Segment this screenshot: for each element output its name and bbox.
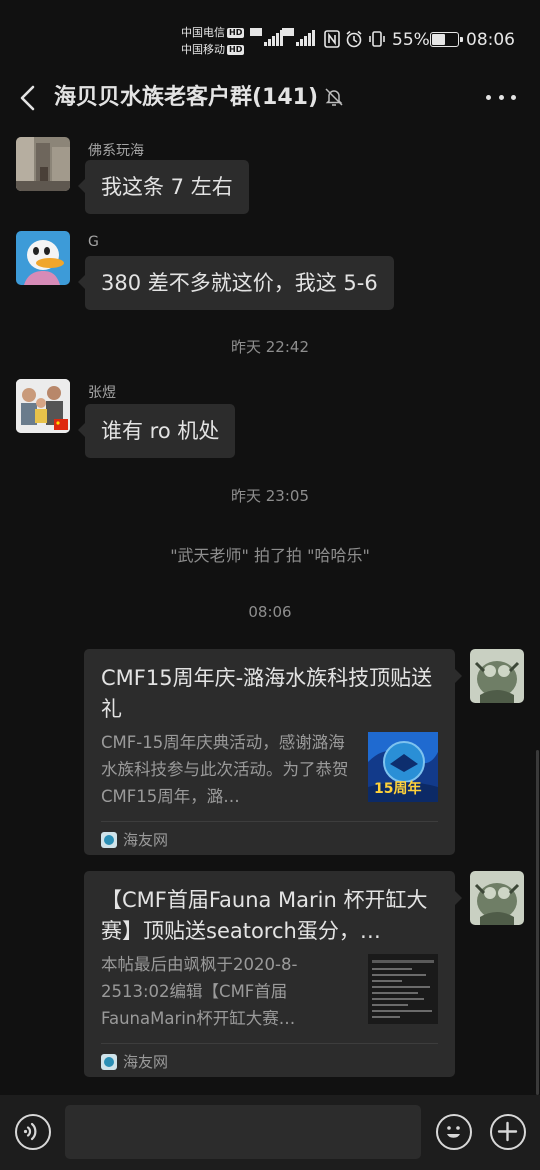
avatar[interactable] xyxy=(16,379,70,433)
mute-bell-icon xyxy=(325,88,343,106)
avatar[interactable] xyxy=(16,231,70,285)
more-icon xyxy=(511,94,516,100)
group-title: 海贝贝水族老客户群(141) xyxy=(54,85,319,110)
back-button[interactable] xyxy=(16,82,42,114)
emoji-icon xyxy=(447,1126,460,1138)
thumbnail-caption: 15周年 xyxy=(374,781,422,797)
more-button[interactable] xyxy=(484,86,518,108)
chat-header: 海贝贝水族老客户群(141) xyxy=(0,78,540,118)
link-card[interactable]: CMF15周年庆-潞海水族科技顶贴送礼 CMF-15周年庆典活动，感谢潞海水族科… xyxy=(84,649,462,855)
my-avatar[interactable] xyxy=(470,871,524,925)
status-bar: 中国电信 HD 中国移动 HD 4G 5G 55% 08:06 xyxy=(0,0,540,78)
carrier-2: 中国移动 xyxy=(181,43,225,56)
message-input[interactable] xyxy=(65,1105,421,1159)
card-title: CMF15周年庆-潞海水族科技顶贴送礼 xyxy=(101,666,433,721)
source-name: 海友网 xyxy=(123,1053,169,1071)
scrollbar[interactable] xyxy=(536,750,539,1095)
alarm-icon xyxy=(346,30,362,48)
card-thumbnail: 15周年 xyxy=(368,732,438,802)
sender-name: 佛系玩海 xyxy=(88,143,144,159)
message-bubble[interactable]: 谁有 ro 机处 xyxy=(77,404,236,458)
card-source: 海友网 xyxy=(101,1051,168,1072)
plus-icon xyxy=(497,1121,518,1142)
network-type-1: 4G xyxy=(250,28,262,36)
mute-indicator xyxy=(323,86,345,108)
system-notice: "武天老师" 拍了拍 "哈哈乐" xyxy=(170,546,370,565)
battery-level xyxy=(432,34,445,45)
hd-badge: HD xyxy=(227,27,245,38)
emoji-button[interactable] xyxy=(436,1114,472,1150)
input-bar xyxy=(0,1095,540,1170)
more-functions-button[interactable] xyxy=(490,1114,526,1150)
sender-name: 张煜 xyxy=(88,385,116,401)
card-thumbnail xyxy=(368,954,438,1024)
status-icons xyxy=(324,30,386,48)
back-arrow-icon xyxy=(20,85,35,111)
card-source: 海友网 xyxy=(101,829,168,850)
vibrate-icon xyxy=(369,31,385,47)
signal-2-icon: 5G xyxy=(282,28,315,46)
network-type-2: 5G xyxy=(282,28,294,36)
source-logo-icon xyxy=(101,1053,117,1070)
more-icon xyxy=(486,94,491,100)
message-bubble[interactable]: 380 差不多就这价，我这 5-6 xyxy=(78,256,394,310)
nfc-icon xyxy=(324,30,340,48)
source-name: 海友网 xyxy=(123,831,169,849)
card-description: 本帖最后由飒枫于2020-8-2513:02编辑【CMF首届FaunaMarin… xyxy=(101,955,298,1028)
battery-icon xyxy=(430,32,463,47)
timestamp: 昨天 23:05 xyxy=(231,487,309,505)
timestamp: 08:06 xyxy=(248,603,292,621)
my-avatar[interactable] xyxy=(470,649,524,703)
signal-1-icon: 4G xyxy=(250,28,283,46)
card-title: 【CMF首届Fauna Marin 杯开缸大赛】顶贴送seatorch蛋分，… xyxy=(101,888,428,943)
avatar[interactable] xyxy=(16,137,70,191)
battery-percent: 55% xyxy=(392,30,430,50)
more-icon xyxy=(498,94,504,100)
voice-button[interactable] xyxy=(15,1114,51,1150)
card-divider xyxy=(101,821,438,822)
clock: 08:06 xyxy=(466,30,515,50)
carrier-1: 中国电信 xyxy=(181,26,225,39)
source-logo-icon xyxy=(101,831,117,848)
message-bubble[interactable]: 我这条 7 左右 xyxy=(78,160,249,214)
hd-badge: HD xyxy=(227,44,245,55)
timestamp: 昨天 22:42 xyxy=(231,338,309,356)
card-divider xyxy=(101,1043,438,1044)
sender-name: G xyxy=(88,234,99,250)
card-description: CMF-15周年庆典活动，感谢潞海水族科技参与此次活动。为了恭贺CMF15周年，… xyxy=(101,733,349,806)
voice-icon xyxy=(23,1122,37,1141)
link-card[interactable]: 【CMF首届Fauna Marin 杯开缸大赛】顶贴送seatorch蛋分，… … xyxy=(84,871,462,1077)
carrier-info: 中国电信 HD 中国移动 HD xyxy=(181,24,245,58)
